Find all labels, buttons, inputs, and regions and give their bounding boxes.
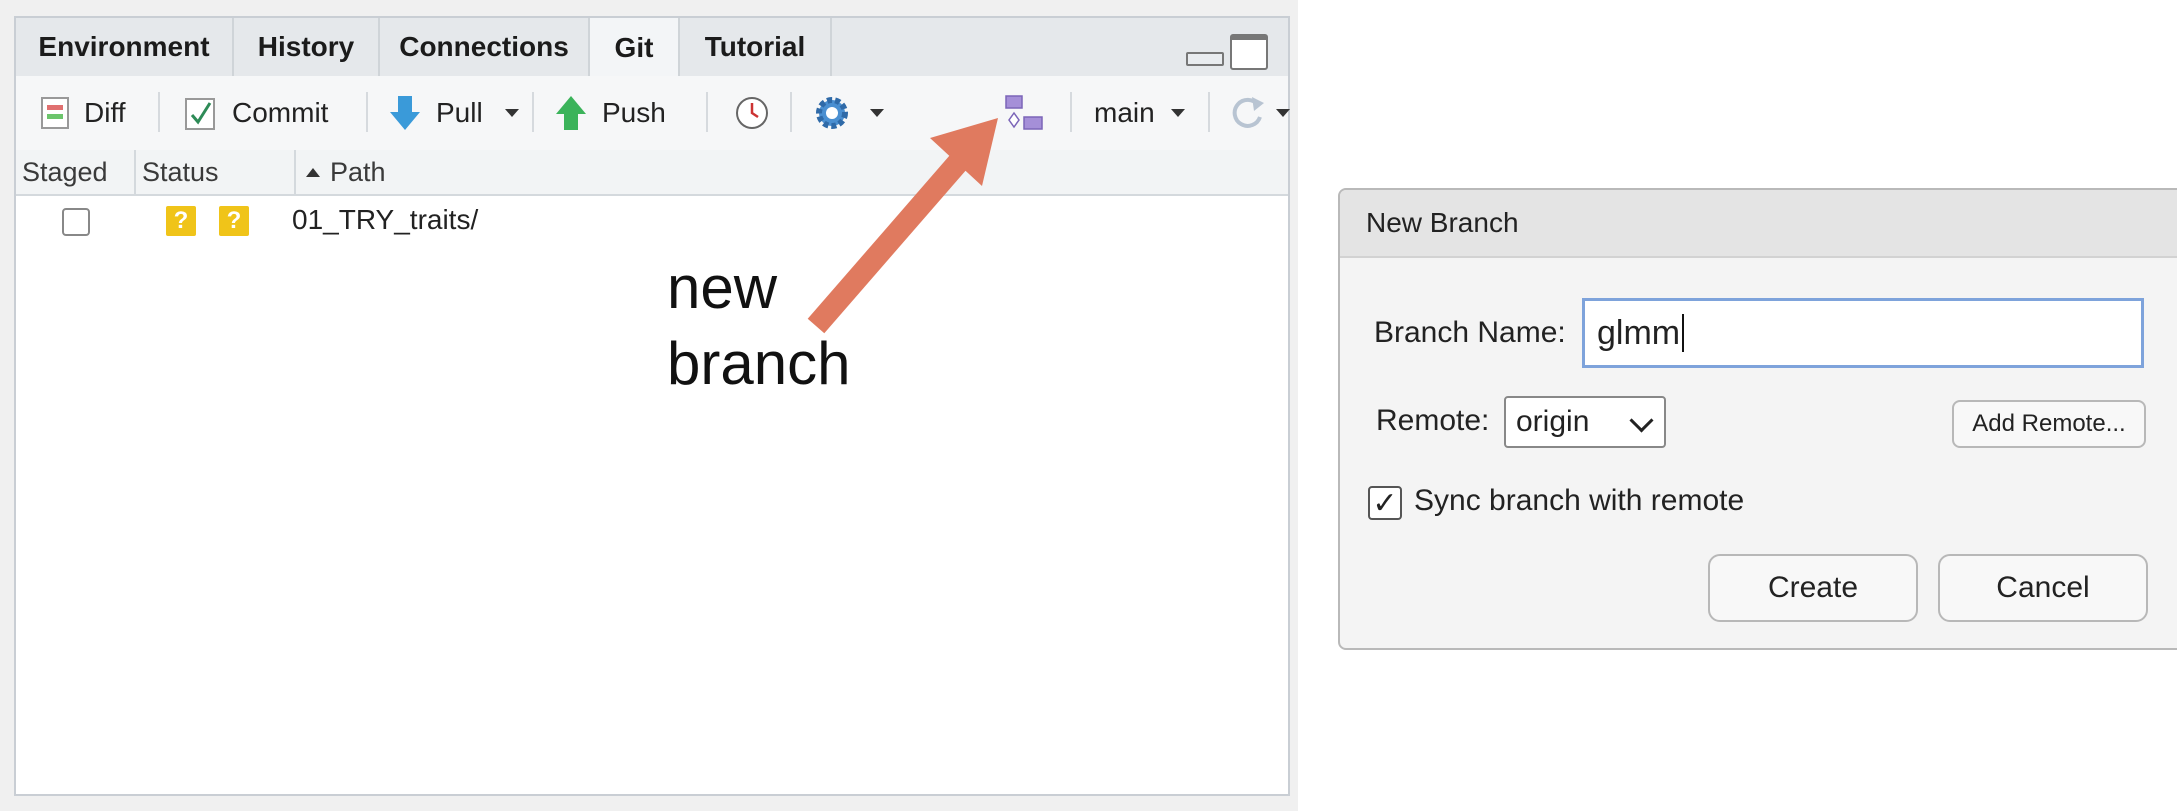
toolbar-separator [158,92,160,132]
tab-bar: Environment History Connections Git Tuto… [16,18,1288,78]
toolbar-separator [706,92,708,132]
gear-icon [816,97,848,129]
diff-icon [41,97,69,129]
branch-name-label: Branch Name: [1374,316,1566,349]
pull-label: Pull [436,97,483,128]
table-row[interactable]: ? ? 01_TRY_traits/ [16,196,1288,250]
remote-value: origin [1516,405,1590,438]
pull-dropdown-caret-icon[interactable] [504,109,519,117]
tab-label: History [257,31,355,62]
cancel-button[interactable]: Cancel [1938,554,2148,622]
settings-button[interactable] [812,76,884,150]
toolbar-separator [532,92,534,132]
branch-name-input[interactable]: glmm [1582,298,2144,368]
git-toolbar: Diff Commit Pull Push main [16,76,1290,152]
annotation-line-1: new [667,254,778,321]
checkmark-icon: ✓ [1372,486,1398,520]
branch-dropdown-caret-icon [1170,109,1185,117]
toolbar-separator [790,92,792,132]
diff-label: Diff [84,97,126,128]
dialog-title: New Branch [1340,190,2177,258]
push-label: Push [602,97,666,128]
sync-branch-checkbox[interactable]: ✓ [1368,486,1402,520]
file-path: 01_TRY_traits/ [292,204,479,235]
pull-button[interactable]: Pull [388,76,519,150]
text-cursor [1682,314,1685,352]
new-branch-button[interactable] [1002,76,1046,150]
column-path[interactable]: Path [296,150,596,194]
tab-label: Tutorial [704,31,806,62]
tab-environment[interactable]: Environment [16,18,234,76]
status-untracked-badge: ? [219,206,249,236]
sync-branch-label: Sync branch with remote [1414,484,1745,517]
chevron-down-icon [1629,408,1654,433]
create-button[interactable]: Create [1708,554,1918,622]
tab-tutorial[interactable]: Tutorial [680,18,832,76]
refresh-icon [1232,97,1264,128]
tab-label: Environment [38,31,210,62]
tab-history[interactable]: History [234,18,380,76]
column-header-row: Staged Status Path [16,150,1288,196]
annotation-text: new branch [667,250,850,402]
branch-name-value: glmm [1597,313,1681,352]
new-branch-dialog: New Branch Branch Name: glmm Remote: ori… [1338,188,2177,650]
branch-label: main [1094,97,1155,128]
tab-label: Git [614,32,654,63]
branch-selector[interactable]: main [1094,76,1185,150]
refresh-button[interactable] [1228,76,1290,150]
column-status[interactable]: Status [136,150,296,194]
tab-label: Connections [399,31,569,62]
new-branch-icon [1005,95,1043,130]
diff-button[interactable]: Diff [40,76,126,150]
add-remote-button[interactable]: Add Remote... [1952,400,2146,448]
history-button[interactable] [734,76,770,150]
toolbar-separator [1208,92,1210,132]
column-status-label: Status [142,156,219,187]
pull-arrow-icon [390,96,420,130]
tab-connections[interactable]: Connections [380,18,590,76]
commit-button[interactable]: Commit [184,76,328,150]
push-button[interactable]: Push [554,76,666,150]
remote-label: Remote: [1376,404,1490,437]
minimize-pane-icon[interactable] [1186,52,1224,66]
commit-label: Commit [232,97,329,128]
settings-dropdown-caret-icon[interactable] [870,109,884,117]
staged-checkbox[interactable] [62,208,90,236]
toolbar-separator [366,92,368,132]
status-untracked-badge: ? [166,206,196,236]
refresh-dropdown-caret-icon[interactable] [1276,109,1290,117]
column-path-label: Path [330,156,386,187]
column-staged[interactable]: Staged [16,150,136,194]
tab-git[interactable]: Git [590,18,680,78]
maximize-pane-icon[interactable] [1230,34,1268,70]
commit-checkbox-icon [185,98,215,130]
clock-icon [736,97,768,129]
toolbar-separator [1070,92,1072,132]
column-staged-label: Staged [22,156,108,187]
sort-ascending-icon [306,167,320,177]
git-pane: Environment History Connections Git Tuto… [14,16,1290,796]
push-arrow-icon [556,96,586,130]
remote-select[interactable]: origin [1504,396,1666,448]
annotation-line-2: branch [667,330,851,397]
